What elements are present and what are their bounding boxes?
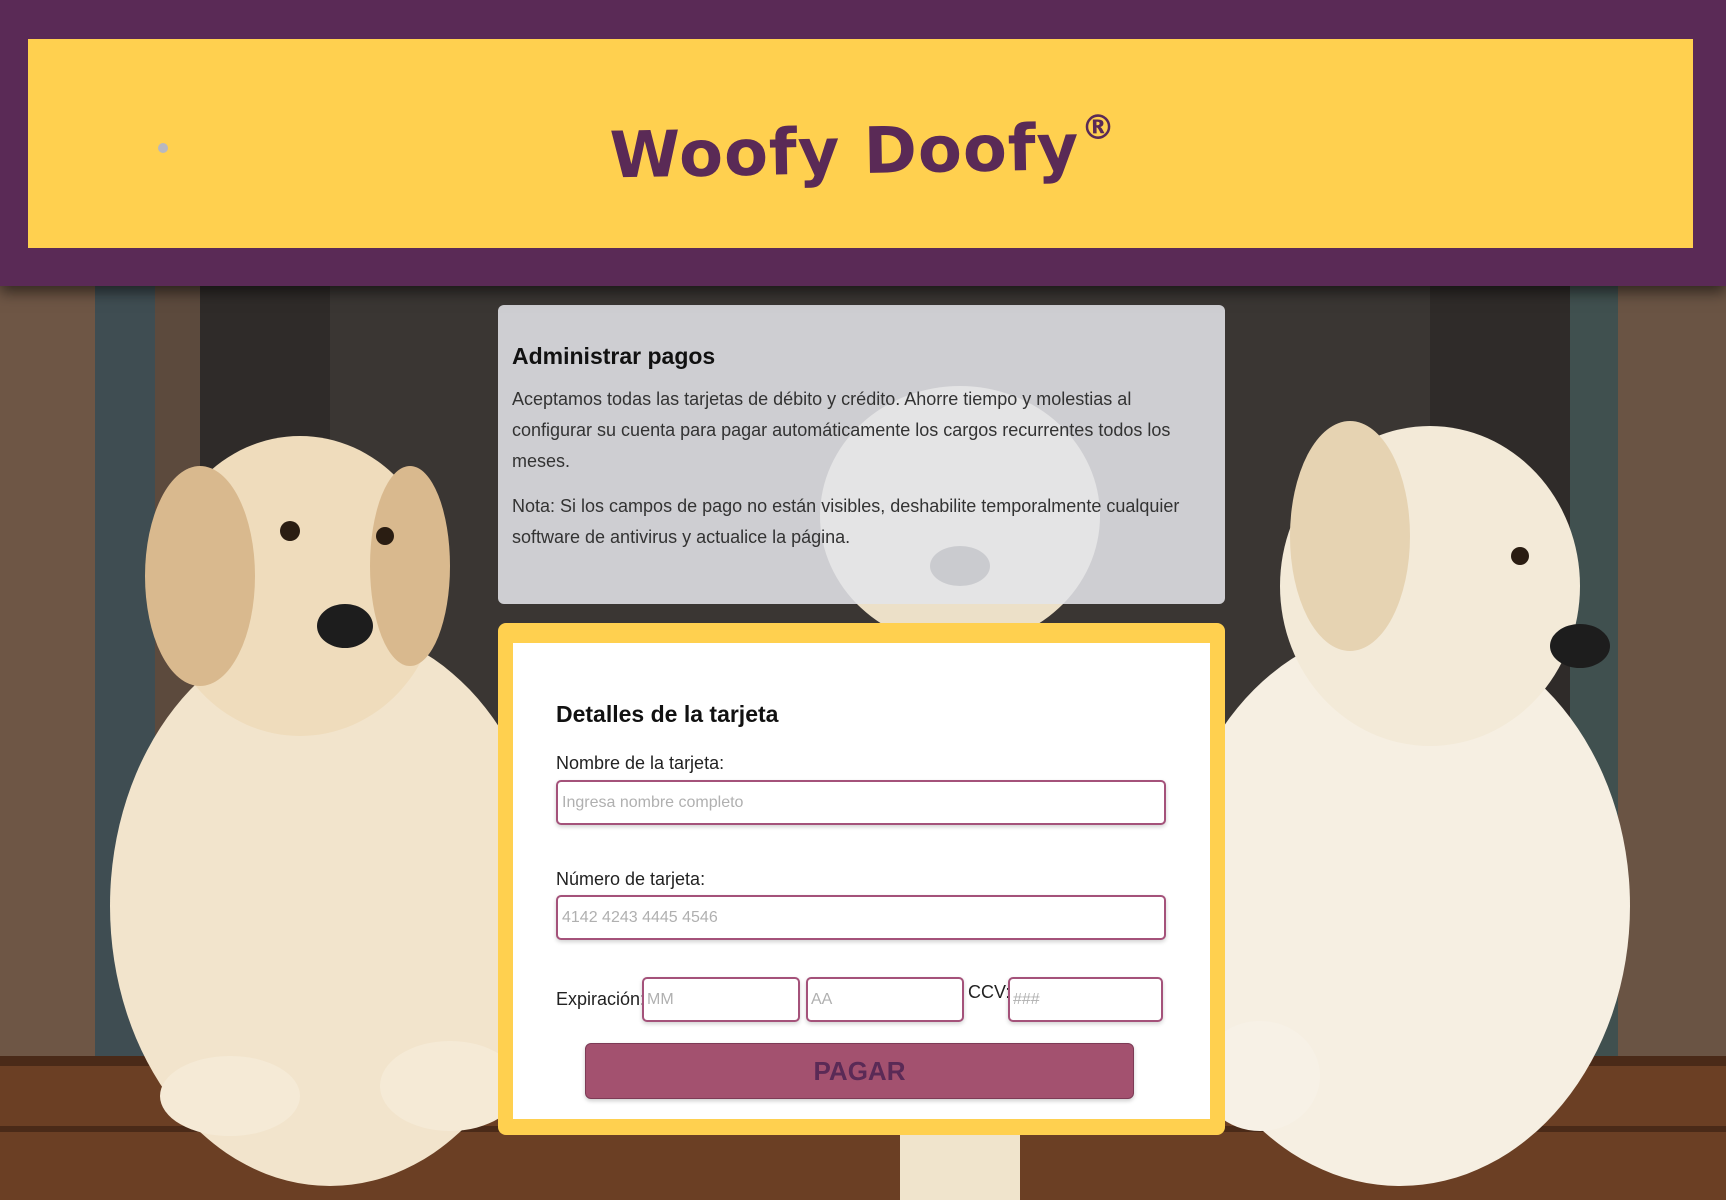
info-paragraph: Aceptamos todas las tarjetas de débito y…: [512, 389, 1171, 471]
card-details-title: Detalles de la tarjeta: [556, 701, 779, 727]
brand-name: Woofy Doofy: [609, 111, 1080, 194]
payment-info-card: Administrar pagos Aceptamos todas las ta…: [498, 305, 1225, 604]
site-header: Woofy Doofy®: [0, 0, 1726, 286]
registered-mark: ®: [1080, 107, 1117, 149]
expiration-year-input[interactable]: [806, 977, 964, 1022]
card-number-label: Número de tarjeta:: [556, 869, 706, 889]
pay-button[interactable]: PAGAR: [585, 1043, 1134, 1099]
expiration-month-input[interactable]: [642, 977, 800, 1022]
card-number-input[interactable]: [556, 895, 1166, 940]
ccv-label: CCV:: [968, 982, 1011, 1002]
card-name-input[interactable]: [556, 780, 1166, 825]
expiration-label: Expiración:: [556, 989, 646, 1009]
card-details-panel: Detalles de la tarjeta Nombre de la tarj…: [498, 623, 1225, 1135]
card-details-form: Detalles de la tarjeta Nombre de la tarj…: [513, 643, 1210, 1119]
info-note: Nota: Si los campos de pago no están vis…: [512, 496, 1180, 547]
info-title: Administrar pagos: [512, 343, 716, 369]
payment-page: Woofy Doofy® Administrar pagos Aceptamos…: [0, 0, 1726, 1200]
ccv-input[interactable]: [1008, 977, 1163, 1022]
card-name-label: Nombre de la tarjeta:: [556, 753, 725, 773]
